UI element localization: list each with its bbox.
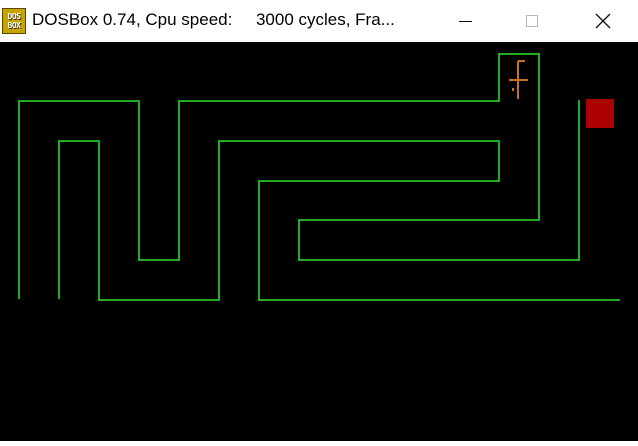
maximize-icon — [526, 15, 538, 27]
minimize-icon — [458, 20, 472, 22]
dosbox-app-icon[interactable]: DOS BOX — [2, 8, 26, 34]
app-icon-line-1: DOS — [7, 12, 21, 21]
window-title: DOSBox 0.74, Cpu speed: 3000 cycles, Fra… — [32, 10, 395, 29]
close-button[interactable] — [574, 0, 632, 42]
app-icon-line-2: BOX — [7, 21, 21, 30]
close-icon — [595, 13, 611, 29]
window-titlebar[interactable]: DOS BOX DOSBox 0.74, Cpu speed: 3000 cyc… — [0, 0, 638, 42]
red-square-icon — [586, 99, 614, 128]
minimize-button[interactable] — [436, 0, 494, 42]
dos-game-screen[interactable] — [0, 42, 638, 441]
maze-wall-outer-left — [18, 53, 580, 299]
maximize-button[interactable] — [503, 0, 561, 42]
stick-figure-icon — [509, 60, 528, 99]
maze-canvas — [18, 53, 620, 301]
